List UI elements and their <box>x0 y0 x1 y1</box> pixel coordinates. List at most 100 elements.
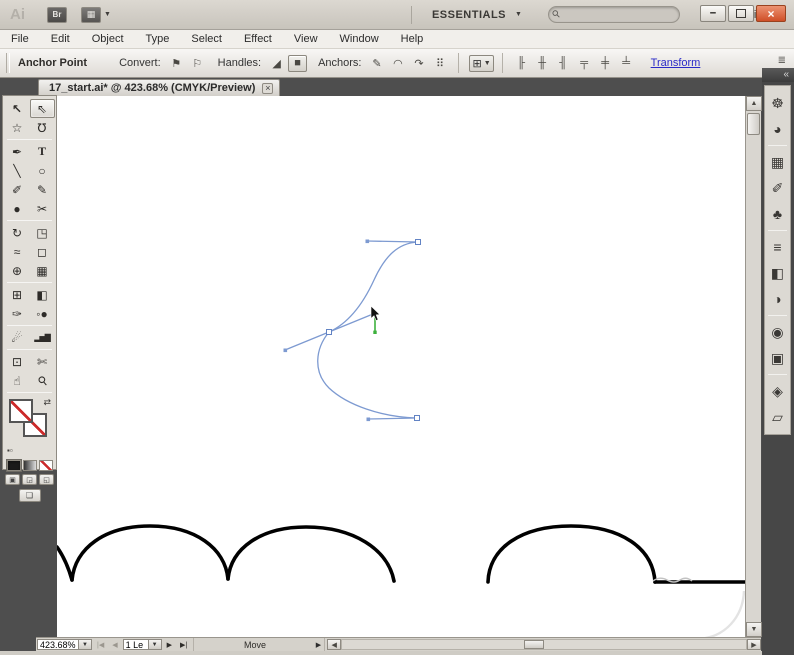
line-segment-tool[interactable]: ╲ <box>5 161 30 180</box>
screen-mode-button[interactable]: ❏ <box>19 489 41 502</box>
ellipse-tool[interactable]: ○ <box>30 161 55 180</box>
vertical-scrollbar[interactable]: ▲ ▼ <box>745 96 761 637</box>
column-graph-tool[interactable]: ▂▅▇ <box>30 328 55 347</box>
draw-inside-button[interactable]: ◱ <box>39 474 54 485</box>
menu-view[interactable]: View <box>283 31 329 47</box>
convert-to-corner-icon[interactable]: ⚑ <box>167 55 186 72</box>
vertical-scroll-thumb[interactable] <box>747 113 760 135</box>
fill-swatch[interactable] <box>9 399 33 423</box>
menu-object[interactable]: Object <box>81 31 135 47</box>
selected-bezier-path[interactable] <box>285 241 418 419</box>
menu-effect[interactable]: Effect <box>233 31 283 47</box>
tab-close-icon[interactable]: × <box>262 83 273 94</box>
gradient-button[interactable] <box>23 460 37 471</box>
paintbrush-tool[interactable]: ✐ <box>5 180 30 199</box>
show-handles-icon[interactable]: ◢ <box>267 55 286 72</box>
menu-type[interactable]: Type <box>135 31 181 47</box>
search-box[interactable]: ⚲ <box>548 6 680 23</box>
arrange-documents-button[interactable]: ▦ ▼ <box>81 7 111 23</box>
lasso-tool[interactable]: ℧ <box>30 118 55 137</box>
perspective-grid-tool[interactable]: ▦ <box>30 261 55 280</box>
transform-link[interactable]: Transform <box>651 57 701 69</box>
expand-panels-button[interactable]: « <box>762 68 794 82</box>
graphic-styles-panel-icon[interactable]: ▣ <box>765 345 790 371</box>
scroll-down-icon[interactable]: ▼ <box>746 622 762 637</box>
mesh-tool[interactable]: ⊞ <box>5 285 30 304</box>
blob-brush-tool[interactable]: ● <box>5 199 30 218</box>
swatches-panel-icon[interactable]: ▦ <box>765 149 790 175</box>
align-center-icon[interactable]: ╫ <box>533 55 552 72</box>
artboard-canvas[interactable] <box>57 96 745 637</box>
draw-normal-button[interactable]: ▣ <box>5 474 20 485</box>
hide-handles-icon[interactable]: ■ <box>288 55 307 72</box>
color-guide-panel-icon[interactable]: ◕ <box>765 116 790 142</box>
menu-edit[interactable]: Edit <box>40 31 81 47</box>
panel-menu-icon[interactable]: ≣ <box>778 55 786 66</box>
chevron-down-icon[interactable]: ▼ <box>78 640 91 649</box>
free-transform-tool[interactable]: ◻ <box>30 242 55 261</box>
first-artboard-button[interactable]: |◀ <box>93 638 108 651</box>
eyedropper-tool[interactable]: ✑ <box>5 304 30 323</box>
type-tool[interactable]: T <box>30 142 55 161</box>
search-input[interactable] <box>565 9 665 20</box>
align-left-icon[interactable]: ╟ <box>512 55 531 72</box>
symbols-panel-icon[interactable]: ♣ <box>765 201 790 227</box>
align-middle-icon[interactable]: ╪ <box>596 55 615 72</box>
last-artboard-button[interactable]: ▶| <box>176 638 191 651</box>
zoom-input[interactable] <box>38 640 78 649</box>
menu-window[interactable]: Window <box>329 31 390 47</box>
next-artboard-button[interactable]: ▶ <box>163 638 176 651</box>
align-top-icon[interactable]: ╤ <box>575 55 594 72</box>
horizontal-scroll-thumb[interactable] <box>524 640 544 649</box>
isolate-selection-icon[interactable]: ⠿ <box>430 55 449 72</box>
minimize-button[interactable]: ━ <box>700 5 726 22</box>
align-right-icon[interactable]: ╢ <box>554 55 573 72</box>
anchor-points[interactable] <box>327 240 421 421</box>
blend-tool[interactable]: ◦● <box>30 304 55 323</box>
menu-file[interactable]: File <box>0 31 40 47</box>
reference-point-button[interactable]: ⊞ ▼ <box>469 55 493 72</box>
scroll-left-icon[interactable]: ◀ <box>327 639 341 650</box>
scroll-right-icon[interactable]: ▶ <box>747 639 761 650</box>
scissors-tool[interactable]: ✂ <box>30 199 55 218</box>
menu-help[interactable]: Help <box>390 31 435 47</box>
gradient-panel-icon[interactable]: ◧ <box>765 260 790 286</box>
direct-selection-tool[interactable]: ⇖ <box>30 99 55 118</box>
layers-panel-icon[interactable]: ◈ <box>765 378 790 404</box>
artboard-tool[interactable]: ⊡ <box>5 352 30 371</box>
appearance-panel-icon[interactable]: ◉ <box>765 319 790 345</box>
color-button[interactable] <box>7 460 21 471</box>
default-fill-stroke-icon[interactable]: ▪▫ <box>7 446 13 455</box>
connect-endpoints-icon[interactable]: ↷ <box>409 55 428 72</box>
menu-select[interactable]: Select <box>180 31 233 47</box>
symbol-sprayer-tool[interactable]: ☄ <box>5 328 30 347</box>
artboard-combo[interactable]: ▼ <box>123 639 162 650</box>
horizontal-scrollbar[interactable] <box>341 639 747 650</box>
width-tool[interactable]: ≈ <box>5 242 30 261</box>
cut-path-icon[interactable]: ◠ <box>388 55 407 72</box>
transparency-panel-icon[interactable]: ◑ <box>765 286 790 312</box>
selection-tool[interactable]: ↖ <box>5 99 30 118</box>
document-tab[interactable]: 17_start.ai* @ 423.68% (CMYK/Preview) × <box>38 79 280 96</box>
pencil-tool[interactable]: ✎ <box>30 180 55 199</box>
shape-builder-tool[interactable]: ⊕ <box>5 261 30 280</box>
convert-to-smooth-icon[interactable]: ⚐ <box>188 55 207 72</box>
scroll-up-icon[interactable]: ▲ <box>746 96 762 111</box>
brushes-panel-icon[interactable]: ✐ <box>765 175 790 201</box>
artboards-panel-icon[interactable]: ▱ <box>765 404 790 430</box>
none-button[interactable] <box>39 460 53 471</box>
bridge-icon[interactable]: Br <box>47 7 67 23</box>
status-popup-icon[interactable]: ▶ <box>316 641 321 649</box>
magic-wand-tool[interactable]: ☆ <box>5 118 30 137</box>
previous-artboard-button[interactable]: ◀ <box>108 638 121 651</box>
draw-behind-button[interactable]: ◲ <box>22 474 37 485</box>
zoom-combo[interactable]: ▼ <box>37 639 92 650</box>
swap-fill-stroke-icon[interactable]: ⇄ <box>43 397 51 408</box>
restore-button[interactable] <box>728 5 754 22</box>
workspace-switcher[interactable]: ESSENTIALS ▼ <box>424 6 531 24</box>
status-display[interactable]: Move ▶ <box>193 638 325 651</box>
chevron-down-icon[interactable]: ▼ <box>148 640 161 649</box>
remove-anchor-icon[interactable]: ✎ <box>367 55 386 72</box>
rotate-tool[interactable]: ↻ <box>5 223 30 242</box>
align-bottom-icon[interactable]: ╧ <box>617 55 636 72</box>
